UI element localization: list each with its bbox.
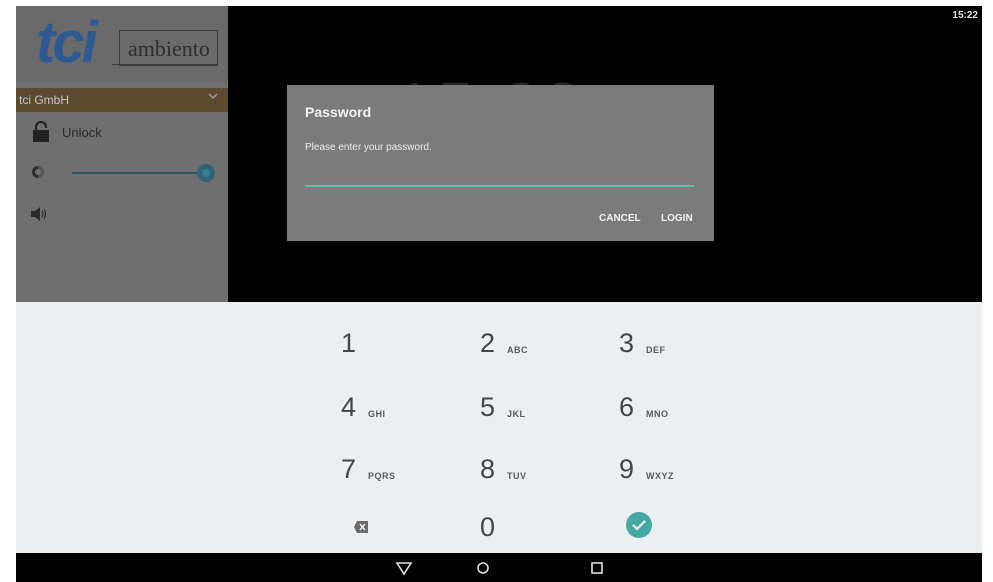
key-number: 8: [480, 454, 496, 484]
key-number: 7: [341, 454, 357, 484]
dialog-message: Please enter your password.: [305, 142, 432, 153]
back-icon[interactable]: [395, 559, 413, 577]
check-circle-icon[interactable]: [626, 512, 652, 538]
key-5[interactable]: 5 JKL: [480, 376, 590, 430]
account-selector[interactable]: tci GmbH: [16, 88, 228, 112]
key-letters: DEF: [646, 345, 666, 355]
unlock-label: Unlock: [62, 125, 102, 140]
login-button[interactable]: LOGIN: [661, 213, 693, 224]
password-input[interactable]: [305, 169, 694, 187]
brightness-control: [16, 156, 228, 186]
recents-icon[interactable]: [588, 559, 606, 577]
brightness-icon: [30, 164, 46, 180]
key-8[interactable]: 8 TUV: [480, 438, 590, 492]
brightness-slider-thumb[interactable]: [197, 164, 215, 182]
dialog-title: Password: [305, 104, 372, 120]
password-dialog: Password Please enter your password. CAN…: [287, 85, 714, 241]
tablet-screen: 15:22 15:22 tci ambiento tci GmbH: [16, 6, 982, 582]
lock-icon: [30, 120, 52, 143]
brand-logo: tci ambiento: [16, 6, 228, 82]
account-name: tci GmbH: [19, 93, 70, 107]
key-number: 5: [480, 392, 496, 422]
key-letters: JKL: [507, 409, 526, 419]
volume-icon[interactable]: [30, 206, 48, 222]
key-2[interactable]: 2 ABC: [480, 312, 590, 366]
key-letters: WXYZ: [646, 471, 674, 481]
chevron-down-icon: [208, 92, 218, 103]
backspace-icon[interactable]: [354, 520, 368, 533]
key-9[interactable]: 9 WXYZ: [619, 438, 729, 492]
key-number: 3: [619, 328, 635, 358]
key-0[interactable]: 0: [480, 496, 590, 550]
navigation-bar: [16, 553, 982, 582]
key-letters: ABC: [507, 345, 528, 355]
side-drawer: tci ambiento tci GmbH Unlock: [16, 6, 228, 302]
logo-product-box: ambiento: [119, 30, 218, 66]
key-number: 4: [341, 392, 357, 422]
logo-product-text: ambiento: [128, 36, 210, 61]
key-6[interactable]: 6 MNO: [619, 376, 729, 430]
status-bar-clock: 15:22: [952, 10, 978, 21]
lock-screen-area: 15:22 15:22 tci ambiento tci GmbH: [16, 6, 982, 302]
key-number: 2: [480, 328, 496, 358]
key-letters: TUV: [507, 471, 527, 481]
key-number: 6: [619, 392, 635, 422]
cancel-button[interactable]: CANCEL: [599, 213, 641, 224]
key-letters: GHI: [368, 409, 386, 419]
logo-brand-text: tci: [36, 10, 98, 75]
key-3[interactable]: 3 DEF: [619, 312, 729, 366]
home-icon[interactable]: [474, 559, 492, 577]
numeric-keypad: 1 2 ABC 3 DEF 4 GHI 5 JKL 6 MNO 7 PQRS 8: [16, 302, 982, 553]
key-number: 1: [341, 328, 357, 358]
key-1[interactable]: 1: [341, 312, 451, 366]
key-4[interactable]: 4 GHI: [341, 376, 451, 430]
key-number: 0: [480, 512, 496, 542]
unlock-item[interactable]: Unlock: [16, 118, 228, 146]
logo-underline: [112, 64, 218, 65]
key-number: 9: [619, 454, 635, 484]
key-7[interactable]: 7 PQRS: [341, 438, 451, 492]
brightness-slider-track[interactable]: [72, 172, 206, 174]
key-letters: MNO: [646, 409, 669, 419]
key-letters: PQRS: [368, 471, 396, 481]
